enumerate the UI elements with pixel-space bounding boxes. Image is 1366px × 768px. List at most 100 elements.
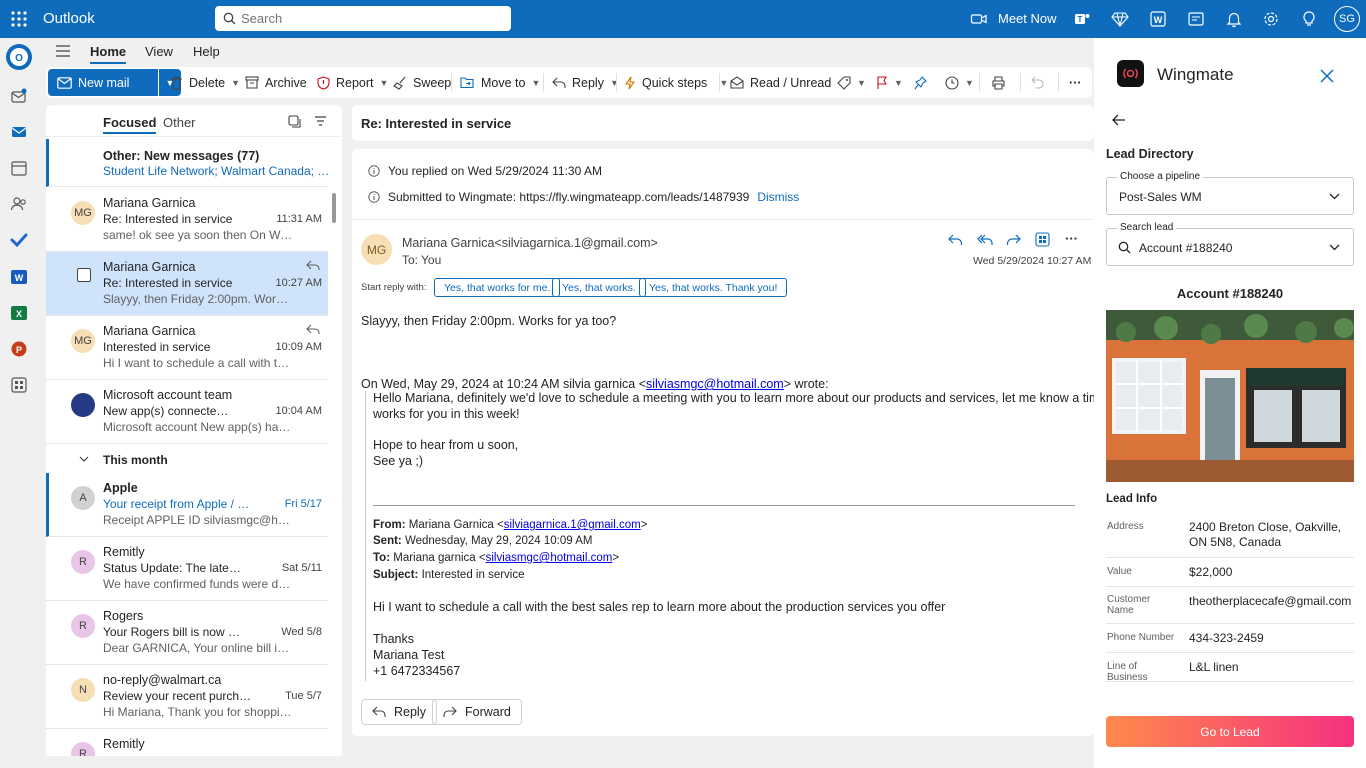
teams-icon[interactable]: T (1073, 10, 1091, 28)
preview: We have confirmed funds were depo... (103, 577, 293, 591)
powerpoint-icon[interactable]: P (9, 339, 29, 359)
reply-icon[interactable] (948, 233, 963, 246)
list-item[interactable]: R Remitly Status Update: The latest o...… (46, 537, 328, 601)
lead-search-field[interactable]: Search lead Account #188240 (1106, 222, 1354, 266)
calendar-icon[interactable] (9, 158, 29, 178)
reply-all-icon[interactable] (977, 233, 993, 246)
mail-icon[interactable] (9, 122, 29, 142)
list-item[interactable]: R Rogers Your Rogers bill is now avai...… (46, 601, 328, 665)
tab-home[interactable]: Home (90, 44, 127, 64)
go-to-lead-button[interactable]: Go to Lead (1106, 716, 1354, 747)
sweep-button[interactable]: Sweep (393, 67, 451, 98)
chevron-down-icon (79, 456, 89, 463)
ribbon-toolbar: New mail ▼ Delete ▼ Archive Report ▼ Sweep… (46, 67, 1092, 98)
customer-name-label: Customer Name (1107, 594, 1151, 616)
list-item[interactable]: MG Mariana Garnica Interested in service… (46, 316, 328, 380)
delete-button[interactable]: Delete ▼ (170, 67, 240, 98)
snooze-button[interactable]: ▼ (945, 67, 974, 98)
filter-icon[interactable] (314, 115, 327, 127)
suggested-reply-1[interactable]: Yes, that works for me. (434, 278, 561, 297)
suggested-reply-2[interactable]: Yes, that works. (552, 278, 646, 297)
subject: New app(s) connected to ... (103, 404, 233, 418)
wingmate-panel: Wingmate Lead Directory Choose a pipelin… (1094, 38, 1366, 768)
list-item[interactable]: A Apple Your receipt from Apple / V... F… (46, 473, 328, 537)
pipeline-select[interactable]: Choose a pipeline Post-Sales WM (1106, 171, 1354, 215)
select-checkbox[interactable] (77, 268, 91, 282)
to-recipient[interactable]: You (421, 253, 441, 267)
forward-icon[interactable] (1006, 233, 1021, 246)
back-arrow-icon[interactable] (1112, 114, 1126, 126)
select-mode-icon[interactable] (288, 115, 301, 128)
search-input[interactable] (241, 9, 501, 28)
reply-bottom-button[interactable]: Reply (361, 699, 437, 725)
app-title[interactable]: Outlook (43, 10, 95, 27)
other-inbox-banner[interactable]: Other: New messages (77) Student Life Ne… (46, 139, 333, 187)
hamburger-menu-icon[interactable] (55, 44, 71, 58)
email-link[interactable]: silviasmgc@hotmail.com (646, 377, 784, 391)
dismiss-link[interactable]: Dismiss (757, 190, 799, 204)
lightbulb-icon[interactable] (1300, 10, 1318, 28)
list-item[interactable]: N no-reply@walmart.ca Review your recent… (46, 665, 328, 729)
outlook-logo-icon[interactable]: O (6, 44, 32, 70)
subject: Re: Interested in service (103, 276, 233, 290)
suggested-reply-3[interactable]: Yes, that works. Thank you! (639, 278, 788, 297)
meet-now-button[interactable]: Meet Now (998, 11, 1057, 26)
forward-bottom-label: Forward (465, 705, 511, 719)
received-time: Wed 5/8 (281, 626, 322, 638)
more-apps-icon[interactable] (9, 375, 29, 395)
quick-steps-button[interactable]: Quick steps ▼ (624, 67, 728, 98)
close-icon[interactable] (1320, 69, 1334, 83)
sender-address[interactable]: Mariana Garnica<silviagarnica.1@gmail.co… (402, 236, 658, 250)
tab-help[interactable]: Help (193, 44, 220, 59)
undo-button[interactable] (1031, 67, 1044, 98)
list-scrollbar[interactable] (332, 193, 336, 223)
preview: Receipt APPLE ID silviasmgc@hotmai... (103, 513, 293, 527)
app-launcher-icon[interactable] (8, 8, 30, 30)
todo-check-icon[interactable] (9, 230, 29, 250)
forward-bottom-button[interactable]: Forward (432, 699, 522, 725)
read-unread-button[interactable]: Read / Unread (730, 67, 831, 98)
more-actions-icon[interactable]: ··· (1065, 231, 1078, 246)
pin-button[interactable] (914, 67, 927, 98)
list-item[interactable]: Microsoft account team New app(s) connec… (46, 380, 328, 444)
user-avatar[interactable]: SG (1334, 6, 1360, 32)
flag-button[interactable]: ▼ (876, 67, 903, 98)
archive-button[interactable]: Archive (245, 67, 307, 98)
replied-note: You replied on Wed 5/29/2024 11:30 AM (388, 164, 602, 178)
settings-gear-icon[interactable] (1262, 10, 1280, 28)
subject: Your receipt from Apple / V... (103, 497, 253, 511)
email-link[interactable]: silviasmgc@hotmail.com (486, 552, 613, 564)
people-icon[interactable] (9, 194, 29, 214)
tab-other[interactable]: Other (163, 115, 196, 130)
report-button[interactable]: Report ▼ (317, 67, 388, 98)
list-item[interactable]: MG Mariana Garnica Re: Interested in ser… (46, 188, 328, 252)
word-app-icon[interactable]: W (1149, 10, 1167, 28)
notes-icon[interactable] (1187, 10, 1205, 28)
tab-focused[interactable]: Focused (103, 115, 157, 134)
word-icon[interactable]: W (9, 267, 29, 287)
bell-icon[interactable] (1225, 10, 1243, 28)
list-item[interactable]: Mariana Garnica Re: Interested in servic… (46, 252, 328, 316)
print-button[interactable] (991, 67, 1006, 98)
reading-pane-header: Re: Interested in service (352, 105, 1094, 141)
more-options-icon[interactable]: ··· (1069, 67, 1082, 98)
new-mail-button[interactable]: New mail (48, 69, 158, 96)
reply-button[interactable]: Reply ▼ (552, 67, 619, 98)
move-to-button[interactable]: Move to ▼ (460, 67, 540, 98)
tab-view[interactable]: View (145, 44, 173, 59)
tag-categorize-button[interactable]: ▼ (837, 67, 866, 98)
archive-icon (245, 76, 259, 89)
list-item[interactable]: R Remitly (46, 729, 328, 756)
excel-icon[interactable]: X (9, 303, 29, 323)
premium-diamond-icon[interactable] (1111, 10, 1129, 28)
preview: Hi I want to schedule a call with the b.… (103, 356, 293, 370)
quote-line: Hello Mariana, definitely we'd love to s… (373, 391, 1131, 405)
video-camera-icon[interactable] (970, 10, 988, 28)
preview: same! ok see ya soon then On Wed, ... (103, 228, 293, 242)
search-box[interactable] (215, 6, 511, 31)
email-link[interactable]: silviagarnica.1@gmail.com (504, 519, 641, 531)
message-date: Wed 5/29/2024 10:27 AM (973, 255, 1092, 267)
sender-avatar[interactable]: MG (361, 234, 392, 265)
apps-grid-icon[interactable] (1035, 232, 1050, 247)
drafts-icon[interactable] (9, 86, 29, 106)
